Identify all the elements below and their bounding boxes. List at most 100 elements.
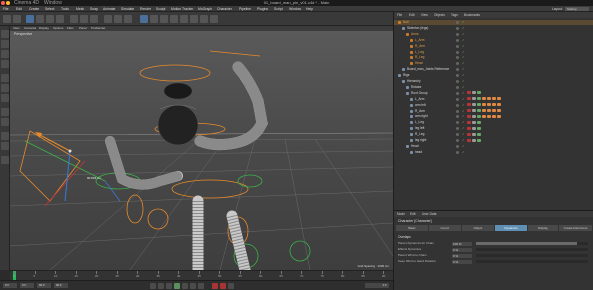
visibility-dots-icon[interactable] — [456, 144, 459, 148]
tag-icon[interactable] — [472, 132, 476, 136]
enabled-check-icon[interactable]: ✓ — [462, 144, 465, 148]
visibility-dots-icon[interactable] — [456, 133, 459, 137]
character-head[interactable] — [157, 82, 199, 146]
object-row[interactable]: arm right ✓ — [394, 114, 593, 119]
tab-create-deformers[interactable]: Create Deformers — [559, 225, 592, 231]
object-row[interactable]: L_Arm ✓ — [394, 38, 593, 43]
tag-icon[interactable] — [472, 120, 476, 124]
objmenu-bookmarks[interactable]: Bookmarks — [464, 12, 480, 18]
tag-icon[interactable] — [487, 97, 491, 101]
tag-icon[interactable] — [477, 97, 481, 101]
snapping-icon[interactable] — [1, 132, 9, 140]
tag-icon[interactable] — [467, 120, 471, 124]
enabled-check-icon[interactable]: ✓ — [462, 21, 465, 24]
tag-icon[interactable] — [477, 115, 481, 119]
visibility-dots-icon[interactable] — [456, 38, 459, 42]
tag-icon[interactable] — [467, 115, 471, 119]
enabled-check-icon[interactable]: ✓ — [462, 109, 465, 113]
enabled-check-icon[interactable]: ✓ — [462, 74, 465, 77]
attrmenu-user-data[interactable]: User Data — [422, 211, 436, 217]
prev-key-icon[interactable] — [158, 283, 164, 289]
tag-icon[interactable] — [467, 97, 471, 101]
tag-icon[interactable] — [472, 138, 476, 142]
gizmo-x-arrow[interactable] — [39, 134, 71, 152]
enabled-check-icon[interactable]: ✓ — [462, 121, 465, 124]
render-picture-viewer-icon[interactable] — [114, 15, 122, 23]
edges-mode-icon[interactable] — [1, 84, 9, 92]
tag-icon[interactable] — [472, 91, 476, 95]
tag-icon[interactable] — [482, 97, 486, 101]
param-value-field[interactable]: 0 % — [452, 253, 472, 258]
tag-icon[interactable] — [477, 109, 481, 113]
subdivision-icon[interactable] — [160, 15, 168, 23]
objmenu-edit[interactable]: Edit — [409, 12, 415, 18]
tag-icon[interactable] — [487, 103, 491, 107]
tag-icon[interactable] — [472, 109, 476, 113]
param-value-field[interactable]: 100 % — [452, 241, 472, 246]
tag-icon[interactable] — [477, 132, 481, 136]
cube-icon[interactable] — [140, 15, 148, 23]
enabled-check-icon[interactable]: ✓ — [462, 50, 465, 54]
scale-tool-icon[interactable] — [46, 15, 54, 23]
timeline[interactable]: 0 5 10 15 20 25 30 35 40 45 50 55 60 65 70 75 80 85 90 — [10, 270, 393, 280]
tag-icon[interactable] — [487, 115, 491, 119]
joint-handles[interactable] — [24, 140, 311, 269]
object-row[interactable]: R_Leg ✓ — [394, 55, 593, 60]
objmenu-objects[interactable]: Objects — [434, 12, 445, 18]
param-value-field[interactable]: 0 % — [452, 259, 472, 264]
render-view-icon[interactable] — [104, 15, 112, 23]
visibility-dots-icon[interactable] — [456, 32, 459, 36]
floor-icon[interactable] — [190, 15, 198, 23]
visibility-dots-icon[interactable] — [456, 44, 459, 48]
render-settings-icon[interactable] — [124, 15, 132, 23]
object-row[interactable]: L_Leg ✓ — [394, 120, 593, 125]
tag-icon[interactable] — [467, 91, 471, 95]
enabled-check-icon[interactable]: ✓ — [462, 56, 465, 59]
param-slider[interactable] — [476, 248, 588, 251]
visibility-dots-icon[interactable] — [456, 50, 459, 54]
enabled-check-icon[interactable]: ✓ — [462, 127, 465, 130]
enabled-check-icon[interactable]: ✓ — [462, 97, 465, 101]
tag-icon[interactable] — [487, 109, 491, 113]
redo-icon[interactable] — [13, 15, 21, 23]
x-axis-icon[interactable] — [70, 15, 78, 23]
tag-icon[interactable] — [492, 97, 496, 101]
object-row[interactable]: Rotator ✓ — [394, 85, 593, 90]
attrmenu-mode[interactable]: Mode — [397, 211, 405, 217]
object-row[interactable]: R_Leg ✓ — [394, 132, 593, 137]
visibility-dots-icon[interactable] — [456, 109, 459, 113]
object-row[interactable]: leg right ✓ — [394, 138, 593, 143]
visibility-dots-icon[interactable] — [456, 80, 459, 83]
visibility-dots-icon[interactable] — [456, 74, 459, 78]
object-row[interactable]: R_Arm ✓ — [394, 44, 593, 49]
object-row[interactable]: Root Group ✓ — [394, 91, 593, 96]
tab-object[interactable]: Object — [462, 225, 494, 231]
objmenu-tags[interactable]: Tags — [451, 12, 458, 18]
enabled-check-icon[interactable]: ✓ — [462, 32, 465, 36]
tag-icon[interactable] — [477, 126, 481, 130]
enabled-check-icon[interactable]: ✓ — [462, 115, 465, 118]
light-icon[interactable] — [210, 15, 218, 23]
go-to-end-icon[interactable] — [198, 283, 204, 289]
record-icon[interactable] — [212, 283, 218, 289]
tag-icon[interactable] — [472, 115, 476, 119]
tab-dynamics[interactable]: Dynamics — [495, 225, 527, 231]
object-row[interactable]: Board_man_Joints Reference ✓ — [394, 67, 593, 72]
enabled-check-icon[interactable]: ✓ — [462, 80, 465, 83]
visibility-dots-icon[interactable] — [456, 127, 459, 131]
visibility-dots-icon[interactable] — [456, 26, 459, 30]
enabled-check-icon[interactable]: ✓ — [462, 150, 465, 154]
param-slider[interactable] — [476, 254, 588, 257]
enabled-check-icon[interactable]: ✓ — [462, 133, 465, 136]
tag-icon[interactable] — [497, 103, 501, 107]
enabled-check-icon[interactable]: ✓ — [462, 139, 465, 142]
tab-basic[interactable]: Basic — [396, 225, 428, 231]
axis-mode-icon[interactable] — [1, 108, 9, 116]
play-icon[interactable] — [174, 283, 180, 289]
object-row[interactable]: Head ✓ — [394, 61, 593, 66]
autokey-icon[interactable] — [220, 283, 226, 289]
tab-coord[interactable]: Coord. — [429, 225, 461, 231]
enabled-check-icon[interactable]: ✓ — [462, 62, 465, 65]
object-row[interactable]: arm left ✓ — [394, 103, 593, 108]
tag-icon[interactable] — [492, 109, 496, 113]
